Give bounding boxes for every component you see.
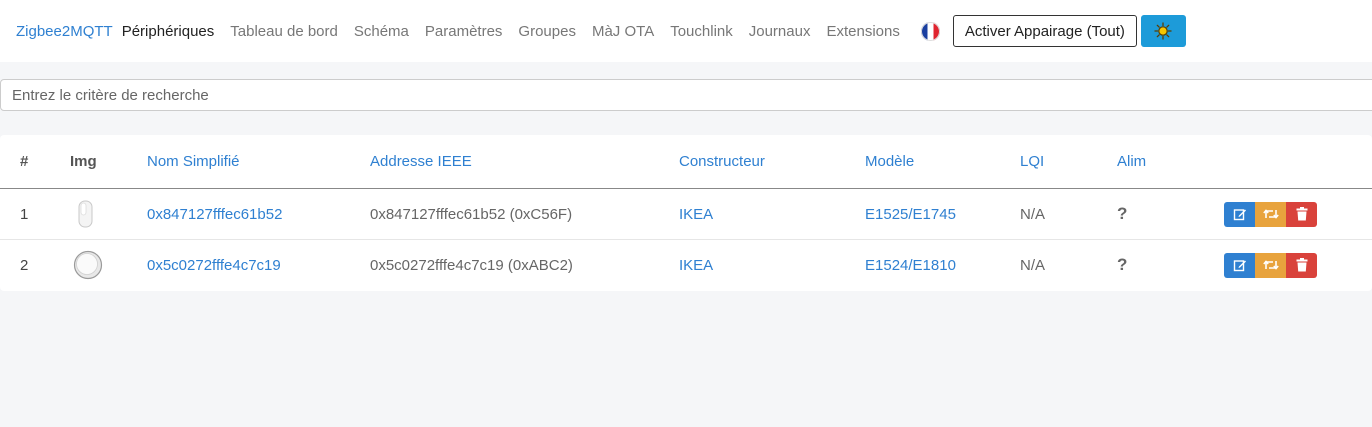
- device-image-cell: [70, 240, 147, 291]
- power-question-icon: ?: [1117, 255, 1128, 274]
- navbar: Zigbee2MQTT Périphériques Tableau de bor…: [0, 0, 1372, 62]
- nav-dashboard[interactable]: Tableau de bord: [230, 23, 338, 40]
- header-ieee-address[interactable]: Addresse IEEE: [370, 135, 679, 189]
- row-actions: [1224, 188, 1372, 240]
- rename-button[interactable]: [1255, 252, 1286, 278]
- table-row: 1 0x847127fffec61b52 0x847127fffec61b52 …: [0, 188, 1372, 240]
- edit-icon: [1233, 260, 1246, 272]
- trash-icon: [1296, 258, 1307, 272]
- edit-icon: [1233, 209, 1246, 221]
- friendly-name-link[interactable]: 0x847127fffec61b52: [147, 188, 370, 240]
- edit-button[interactable]: [1224, 252, 1255, 278]
- table-row: 2 0x5c0272fffe4c7c19 0x5c0272fffe4c7c19 …: [0, 240, 1372, 291]
- nav-groups[interactable]: Groupes: [518, 23, 576, 40]
- header-lqi[interactable]: LQI: [1020, 135, 1117, 189]
- ieee-address: 0x5c0272fffe4c7c19 (0xABC2): [370, 256, 573, 274]
- devices-card: # Img Nom Simplifié Addresse IEEE Constr…: [0, 135, 1372, 291]
- search-input[interactable]: [0, 79, 1372, 111]
- nav-extensions[interactable]: Extensions: [826, 23, 899, 40]
- lqi-value: N/A: [1020, 256, 1046, 274]
- rename-button[interactable]: [1255, 201, 1286, 227]
- model-link[interactable]: E1525/E1745: [865, 188, 1020, 240]
- header-vendor[interactable]: Constructeur: [679, 135, 865, 189]
- header-number: #: [0, 135, 70, 189]
- edit-button[interactable]: [1224, 201, 1255, 227]
- retweet-icon: [1262, 209, 1279, 219]
- remove-button[interactable]: [1286, 201, 1317, 227]
- power-question-icon: ?: [1117, 188, 1224, 240]
- search-bar: [0, 79, 1372, 111]
- model-link[interactable]: E1524/E1810: [865, 240, 1020, 291]
- friendly-name-link[interactable]: 0x5c0272fffe4c7c19: [147, 240, 370, 291]
- theme-toggle-button[interactable]: [1140, 15, 1186, 47]
- devices-table: # Img Nom Simplifié Addresse IEEE Constr…: [0, 135, 1372, 290]
- table-header-row: # Img Nom Simplifié Addresse IEEE Constr…: [0, 135, 1372, 189]
- nav-logs[interactable]: Journaux: [749, 23, 811, 40]
- nav-devices[interactable]: Périphériques: [122, 23, 215, 40]
- brand-link[interactable]: Zigbee2MQTT: [16, 23, 113, 40]
- retweet-icon: [1262, 260, 1279, 270]
- vendor-link[interactable]: IKEA: [679, 188, 865, 240]
- ieee-address: 0x847127fffec61b52 (0xC56F): [370, 188, 679, 240]
- france-flag-icon[interactable]: [920, 21, 940, 41]
- row-number: 1: [0, 188, 70, 240]
- header-friendly-name[interactable]: Nom Simplifié: [147, 135, 370, 189]
- remove-button[interactable]: [1286, 252, 1317, 278]
- lqi-value: N/A: [1020, 188, 1117, 240]
- row-actions: [1224, 240, 1372, 291]
- permit-join-button[interactable]: Activer Appairage (Tout): [952, 15, 1137, 47]
- header-actions: [1224, 135, 1372, 189]
- header-model[interactable]: Modèle: [865, 135, 1020, 189]
- nav-ota[interactable]: MàJ OTA: [592, 23, 654, 40]
- nav-touchlink[interactable]: Touchlink: [670, 23, 733, 40]
- sun-icon: [1154, 22, 1173, 40]
- vendor-link[interactable]: IKEA: [679, 240, 865, 291]
- device-image-cell: [70, 188, 147, 240]
- nav-map[interactable]: Schéma: [354, 23, 409, 40]
- header-power[interactable]: Alim: [1117, 135, 1224, 189]
- nav-settings[interactable]: Paramètres: [425, 23, 503, 40]
- header-image: Img: [70, 135, 147, 189]
- trash-icon: [1296, 207, 1307, 221]
- round-button-device-image: [73, 250, 103, 280]
- remote-device-image: [78, 200, 93, 228]
- row-number: 2: [20, 256, 29, 274]
